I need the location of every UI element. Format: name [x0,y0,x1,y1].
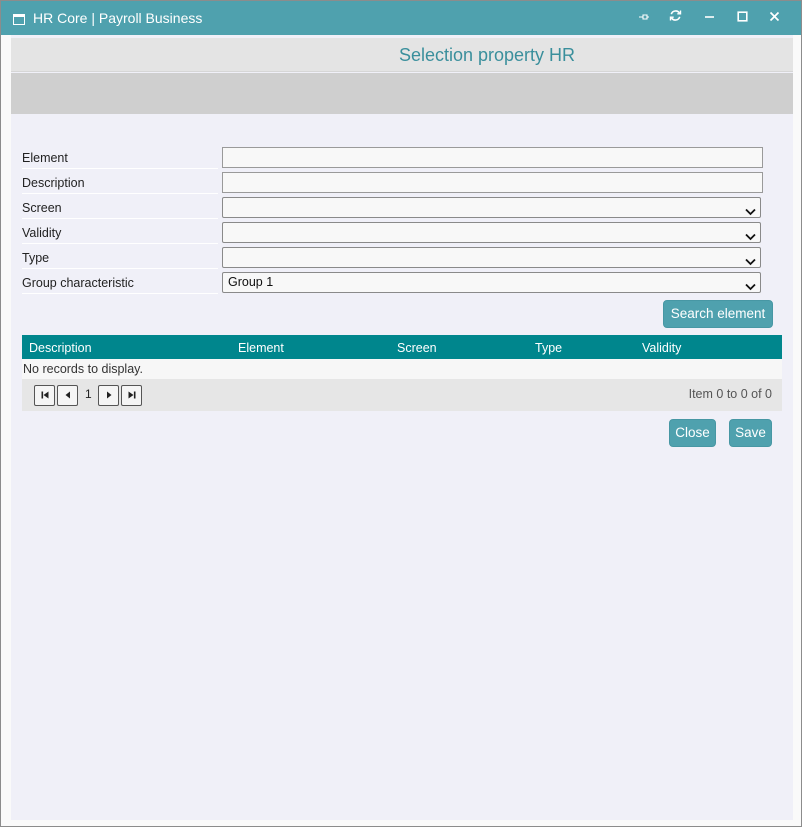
screen-row: Screen [22,197,764,219]
group-characteristic-row: Group characteristic Group 1 [22,272,764,294]
description-row: Description [22,172,764,194]
validity-label: Validity [22,222,218,244]
refresh-icon [669,9,682,27]
search-element-button[interactable]: Search element [663,300,773,328]
close-icon [769,9,780,27]
next-page-icon [104,387,114,405]
column-header-type[interactable]: Type [535,341,562,355]
pin-icon [638,9,650,27]
title-bar: HR Core | Payroll Business [1,1,801,35]
element-label: Element [22,147,218,169]
last-page-icon [127,387,137,405]
app-window: HR Core | Payroll Business Selection pro… [0,0,802,827]
frame-right [793,35,801,820]
description-label: Description [22,172,218,194]
grid-empty-row: No records to display. [22,359,782,379]
page-header: Selection property HR [11,38,793,72]
close-button[interactable]: Close [669,419,716,447]
current-page-number: 1 [85,387,92,401]
window-icon [13,12,25,30]
pager-info: Item 0 to 0 of 0 [688,387,772,401]
screen-select[interactable] [222,197,761,218]
previous-page-icon [63,387,73,405]
minimize-icon [704,9,715,27]
first-page-button[interactable] [34,385,55,406]
maximize-icon [736,9,748,27]
page-title: Selection property HR [398,45,576,65]
chevron-down-icon [745,253,756,271]
maximize-button[interactable] [733,9,751,27]
element-row: Element [22,147,764,169]
group-characteristic-select[interactable]: Group 1 [222,272,761,293]
group-characteristic-value: Group 1 [228,275,274,289]
description-input[interactable] [222,172,763,193]
pin-button[interactable] [635,9,653,27]
column-header-screen[interactable]: Screen [397,341,437,355]
frame-bottom [1,820,801,826]
no-records-message: No records to display. [23,362,143,376]
close-window-button[interactable] [765,9,783,27]
minimize-button[interactable] [700,9,718,27]
column-header-description[interactable]: Description [29,341,92,355]
grid-header: Description Element Screen Type Validity [22,335,782,359]
type-label: Type [22,247,218,269]
validity-row: Validity [22,222,764,244]
validity-select[interactable] [222,222,761,243]
next-page-button[interactable] [98,385,119,406]
screen-label: Screen [22,197,218,219]
previous-page-button[interactable] [57,385,78,406]
toolbar-band [11,73,793,114]
window-title: HR Core | Payroll Business [33,10,203,26]
first-page-icon [40,387,50,405]
save-button[interactable]: Save [729,419,772,447]
type-row: Type [22,247,764,269]
column-header-validity[interactable]: Validity [642,341,681,355]
last-page-button[interactable] [121,385,142,406]
refresh-button[interactable] [666,9,684,27]
column-header-element[interactable]: Element [238,341,284,355]
chevron-down-icon [745,228,756,246]
frame-left [1,35,11,820]
chevron-down-icon [745,278,756,296]
group-characteristic-label: Group characteristic [22,272,218,294]
grid-pager: 1 Item 0 to 0 of 0 [22,379,782,411]
type-select[interactable] [222,247,761,268]
element-input[interactable] [222,147,763,168]
chevron-down-icon [745,203,756,221]
